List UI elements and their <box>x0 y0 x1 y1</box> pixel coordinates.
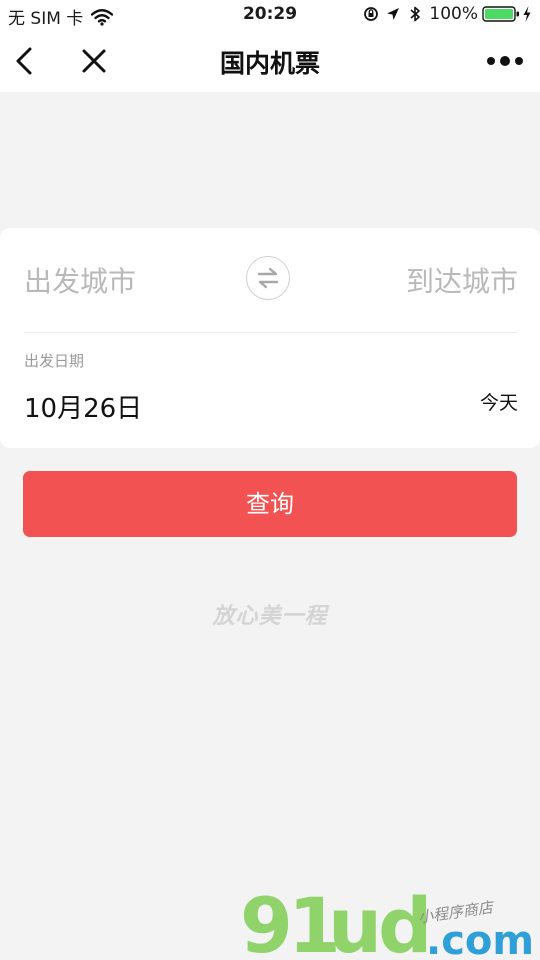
more-dots-icon[interactable] <box>482 48 528 74</box>
status-right: 100% <box>363 4 532 24</box>
date-label: 出发日期 <box>24 352 85 370</box>
battery-icon <box>482 6 519 22</box>
close-icon[interactable] <box>78 45 110 77</box>
flight-search-card: 出发城市 到达城市 出发日期 10月26日 今天 <box>0 228 540 448</box>
svg-text:.com: .com <box>426 918 534 960</box>
swap-arrows-icon <box>257 267 279 289</box>
to-city-field[interactable]: 到达城市 <box>406 260 518 300</box>
city-row: 出发城市 到达城市 <box>24 228 518 333</box>
location-arrow-icon <box>387 8 400 20</box>
search-button[interactable]: 查询 <box>23 471 517 537</box>
from-city-field[interactable]: 出发城市 <box>24 260 136 300</box>
brand-slogan: 放心美一程 <box>212 604 328 629</box>
status-bar: 无 SIM 卡 20:29 100% <box>0 0 540 30</box>
date-picker-row[interactable]: 10月26日 今天 <box>24 384 518 424</box>
svg-text:u: u <box>328 882 382 960</box>
orientation-lock-icon <box>364 7 379 21</box>
bluetooth-icon <box>410 6 421 22</box>
charging-icon <box>523 6 531 22</box>
date-value: 10月26日 <box>24 394 143 424</box>
watermark-logo: 9 1 u d .com 小程序商店 <box>240 882 534 960</box>
battery-percent: 100% <box>429 4 478 24</box>
nav-bar: 国内机票 <box>0 30 540 92</box>
back-chevron-icon[interactable] <box>10 44 40 78</box>
date-relative-label: 今天 <box>479 392 518 414</box>
swap-cities-button[interactable] <box>246 256 290 300</box>
svg-text:9: 9 <box>240 882 293 960</box>
